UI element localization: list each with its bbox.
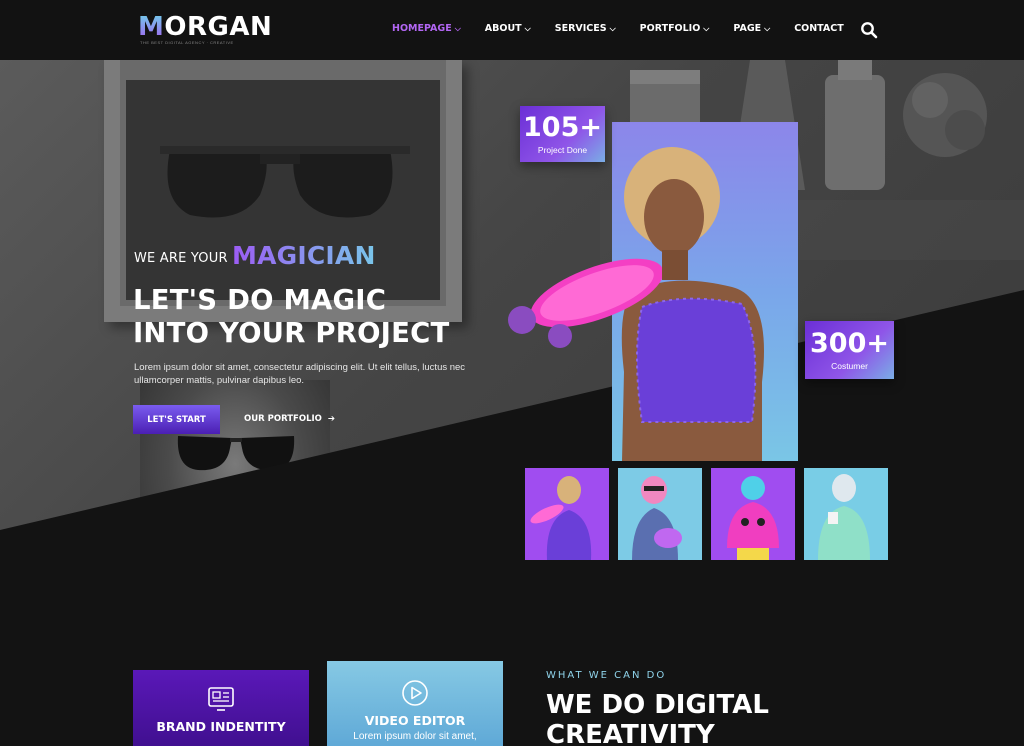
lets-start-button[interactable]: LET'S START	[133, 405, 220, 434]
arrow-right-icon: ➔	[327, 414, 336, 424]
menu-label: SERVICES	[554, 23, 607, 34]
stat-value: 105+	[523, 111, 602, 143]
chevron-down-icon: ⌵	[703, 24, 710, 33]
menu-item-about[interactable]: ABOUT ⌵	[485, 23, 531, 34]
top-navbar: MORGAN THE BEST DIGITAL AGENCY · CREATIV…	[0, 0, 1024, 60]
stat-projects-done: 105+ Project Done	[520, 106, 605, 162]
logo-initial: M	[138, 12, 165, 42]
portfolio-thumbnail[interactable]	[525, 468, 609, 560]
stat-customers: 300+ Costumer	[805, 321, 894, 379]
hero-headline: LET'S DO MAGIC INTO YOUR PROJECT	[133, 284, 449, 350]
service-card-brand-identity[interactable]: BRAND INDENTITY	[133, 670, 309, 746]
model-thumbnail-image	[727, 476, 779, 560]
chevron-down-icon: ⌵	[764, 24, 771, 33]
portfolio-thumbnail[interactable]	[804, 468, 888, 560]
chevron-down-icon: ⌵	[609, 24, 616, 33]
tagline-highlight: MAGICIAN	[232, 241, 376, 270]
menu-item-contact[interactable]: CONTACT	[794, 23, 844, 34]
model-thumbnail-image	[818, 474, 870, 560]
section-title: WE DO DIGITAL CREATIVITY	[546, 690, 769, 746]
menu-label: PORTFOLIO	[639, 23, 701, 34]
menu-label: ABOUT	[484, 23, 522, 34]
hero-tagline: WE ARE YOUR MAGICIAN	[134, 241, 376, 270]
model-thumbnail-image	[530, 476, 592, 560]
hero-section: WE ARE YOUR MAGICIAN LET'S DO MAGIC INTO…	[0, 60, 1024, 590]
stat-value: 300+	[810, 327, 889, 359]
brand-identity-icon	[208, 687, 234, 711]
portfolio-link-label: OUR PORTFOLIO	[244, 414, 322, 424]
section-eyebrow: WHAT WE CAN DO	[546, 670, 667, 681]
service-card-desc: Lorem ipsum dolor sit amet,	[353, 731, 477, 742]
logo[interactable]: MORGAN	[138, 12, 272, 42]
skateboard-image	[508, 258, 662, 348]
service-card-title: BRAND INDENTITY	[156, 719, 286, 734]
portfolio-thumbnail[interactable]	[618, 468, 702, 560]
model-thumbnail-image	[632, 476, 682, 560]
hero-description: Lorem ipsum dolor sit amet, consectetur …	[134, 362, 466, 386]
main-menu: HOMEPAGE ⌵ ABOUT ⌵ SERVICES ⌵ PORTFOLIO ⌵ PA…	[392, 23, 868, 34]
portfolio-thumbnails	[525, 468, 888, 560]
menu-item-homepage[interactable]: HOMEPAGE ⌵	[392, 23, 461, 34]
chevron-down-icon: ⌵	[524, 24, 531, 33]
section-title-line-1: WE DO DIGITAL	[546, 690, 769, 720]
logo-text: ORGAN	[164, 12, 273, 42]
logo-tagline: THE BEST DIGITAL AGENCY · CREATIVE	[140, 40, 234, 45]
portfolio-thumbnail[interactable]	[711, 468, 795, 560]
tagline-pre: WE ARE YOUR	[134, 251, 228, 266]
menu-item-services[interactable]: SERVICES ⌵	[555, 23, 616, 34]
menu-label: HOMEPAGE	[392, 23, 452, 34]
our-portfolio-link[interactable]: OUR PORTFOLIO ➔	[244, 414, 335, 424]
menu-item-portfolio[interactable]: PORTFOLIO ⌵	[640, 23, 710, 34]
menu-label: CONTACT	[794, 23, 844, 34]
menu-label: PAGE	[733, 23, 762, 34]
headline-line-2: INTO YOUR PROJECT	[133, 317, 450, 349]
search-icon[interactable]	[860, 21, 878, 39]
section-title-line-2: CREATIVITY	[546, 720, 715, 746]
stat-label: Costumer	[831, 360, 868, 371]
chevron-down-icon: ⌵	[454, 24, 461, 33]
stat-label: Project Done	[537, 144, 588, 155]
play-icon	[402, 680, 428, 706]
service-card-video-editor[interactable]: VIDEO EDITOR Lorem ipsum dolor sit amet,	[327, 661, 503, 746]
service-card-title: VIDEO EDITOR	[364, 713, 466, 728]
headline-line-1: LET'S DO MAGIC	[133, 284, 387, 316]
menu-item-page[interactable]: PAGE ⌵	[733, 23, 770, 34]
